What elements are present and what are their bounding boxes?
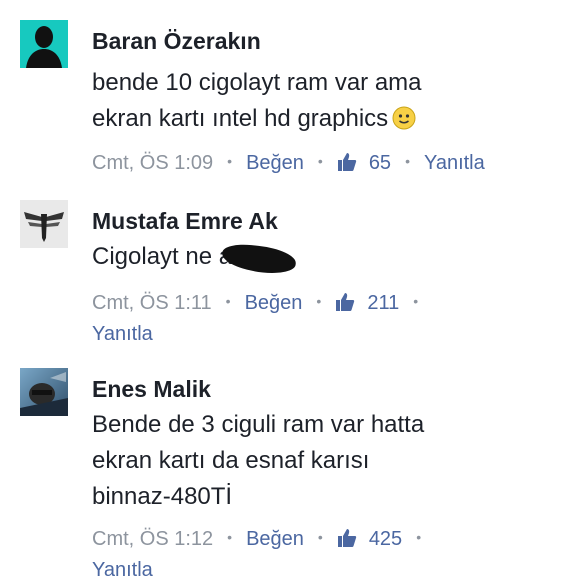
separator-dot: • [227,153,233,169]
separator-dot: • [317,153,323,169]
separator-dot: • [316,293,322,309]
timestamp[interactable]: Cmt, ÖS 1:12 [92,528,213,550]
like-count-value: 65 [368,152,392,174]
like-count[interactable]: 65 [337,152,391,174]
comment-text-line: Cigolayt ne a [92,239,577,276]
separator-dot: • [227,529,233,545]
comment-text: Cigolayt ne a [92,239,577,276]
smile-emoji-icon [392,105,416,141]
like-count[interactable]: 211 [335,292,399,314]
avatar[interactable] [20,20,68,68]
comment-text-line: binnaz-480Tİ [92,483,233,510]
like-button[interactable]: Beğen [246,528,304,550]
comment-meta-wrap: Yanıtla [92,556,577,584]
separator-dot: • [405,153,410,169]
timestamp[interactable]: Cmt, ÖS 1:11 [92,292,212,314]
reply-button[interactable]: Yanıtla [424,152,485,174]
comment-text: Bende de 3 ciguli ram var hatta ekran ka… [92,407,577,515]
comment-meta: Cmt, ÖS 1:12 • Beğen • 425 • [92,525,577,556]
avatar[interactable] [20,368,68,416]
like-count[interactable]: 425 [337,528,402,550]
like-button[interactable]: Beğen [245,292,303,314]
thumbs-up-icon [337,528,357,556]
thumbs-up-icon [335,292,355,320]
silhouette-avatar-icon [20,20,68,68]
comment-text-fragment: ekran kartı ıntel hd graphics [92,105,389,132]
separator-dot: • [413,293,419,309]
reply-button[interactable]: Yanıtla [92,323,153,345]
avatar[interactable] [20,200,68,248]
photo-avatar-icon [20,368,68,416]
timestamp[interactable]: Cmt, ÖS 1:09 [92,152,213,174]
redaction-scribble [220,242,298,276]
like-count-value: 425 [368,528,403,550]
like-count-value: 211 [367,292,400,314]
comment-text: bende 10 cigolayt ram var ama ekran kart… [92,65,577,141]
author-name[interactable]: Baran Özerakın [92,27,577,55]
author-name[interactable]: Enes Malik [92,375,577,403]
comment-meta-wrap: Yanıtla [92,320,577,348]
comment-text-fragment: Cigolayt ne a [92,243,233,270]
comment-text-line: bende 10 cigolayt ram var ama [92,69,422,96]
separator-dot: • [416,529,422,545]
author-name[interactable]: Mustafa Emre Ak [92,207,577,235]
like-button[interactable]: Beğen [246,152,304,174]
comment-text-line: Bende de 3 ciguli ram var hatta [92,411,425,438]
separator-dot: • [225,293,231,309]
comment-meta: Cmt, ÖS 1:11 • Beğen • 211 • [92,289,577,320]
firefly-logo-avatar-icon [20,200,68,248]
comment-text-line: ekran kartı ıntel hd graphics [92,101,577,141]
comment-meta: Cmt, ÖS 1:09 • Beğen • 65 • Yanıtla [92,149,577,180]
separator-dot: • [317,529,323,545]
comment-text-line: ekran kartı da esnaf karısı [92,447,370,474]
thumbs-up-icon [337,152,357,180]
reply-button[interactable]: Yanıtla [92,559,153,581]
